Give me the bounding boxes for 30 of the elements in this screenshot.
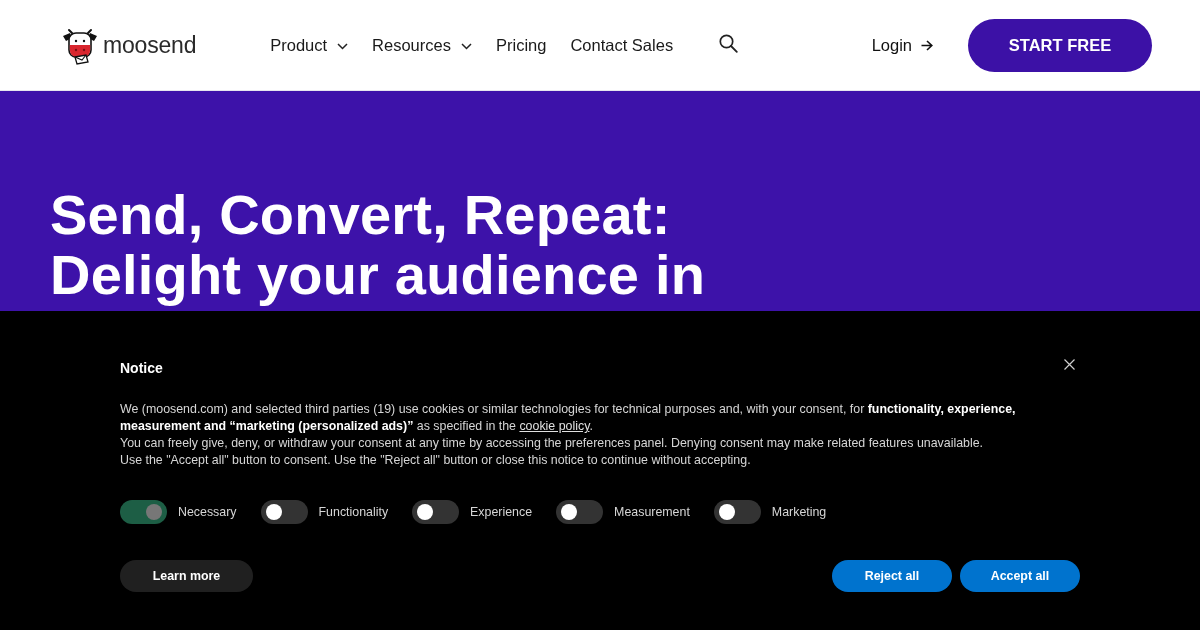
toggle-label: Experience xyxy=(470,505,533,519)
toggle-switch[interactable] xyxy=(260,500,308,524)
consent-button[interactable]: Reject all xyxy=(832,560,952,592)
toggle-switch[interactable] xyxy=(713,500,761,524)
toggle-switch[interactable] xyxy=(412,500,460,524)
notice-text: You can freely give, deny, or withdraw your consent at any time by accessing the preferences panel. Denying consent may make related features unavailable. xyxy=(120,435,984,452)
chevron-down-icon xyxy=(337,42,349,50)
toggle-label: Marketing xyxy=(771,505,827,519)
nav-link[interactable]: Resources xyxy=(372,35,472,55)
notice-title: Notice xyxy=(120,359,163,377)
notice-text: Use the "Accept all" button to consent. Use the "Reject all" button or close this notice to continue without accepting. xyxy=(120,452,752,469)
close-icon[interactable] xyxy=(1064,359,1075,370)
notice-text: We (moosend.com) and selected third parties (19) use cookies or similar technologies for technical purposes and, with your consent, for functionality, experience, measurement and “marketing (personalized ads)” as specified in the cookie policy. xyxy=(120,401,1017,435)
consent-button[interactable]: Accept all xyxy=(960,560,1080,592)
hero-heading: Send, Convert, Repeat: Delight your audience in xyxy=(50,185,707,305)
nav-link[interactable]: Contact Sales xyxy=(570,35,674,55)
cow-logo-icon[interactable] xyxy=(60,28,100,66)
chevron-down-icon xyxy=(460,42,472,50)
search-icon[interactable] xyxy=(719,33,739,53)
toggle-switch[interactable] xyxy=(556,500,604,524)
toggle-label: Necessary xyxy=(178,505,237,519)
brand-name[interactable]: moosend xyxy=(103,31,197,59)
toggle-label: Measurement xyxy=(614,505,690,519)
arrow-right-icon xyxy=(921,39,933,51)
start-free-button[interactable]: START FREE xyxy=(968,19,1152,72)
nav-link[interactable]: Product xyxy=(270,35,349,55)
login-link[interactable]: Login xyxy=(871,35,933,55)
nav-link[interactable]: Pricing xyxy=(495,35,547,55)
toggle-label: Functionality xyxy=(318,505,389,519)
learn-more-button[interactable]: Learn more xyxy=(120,560,253,592)
